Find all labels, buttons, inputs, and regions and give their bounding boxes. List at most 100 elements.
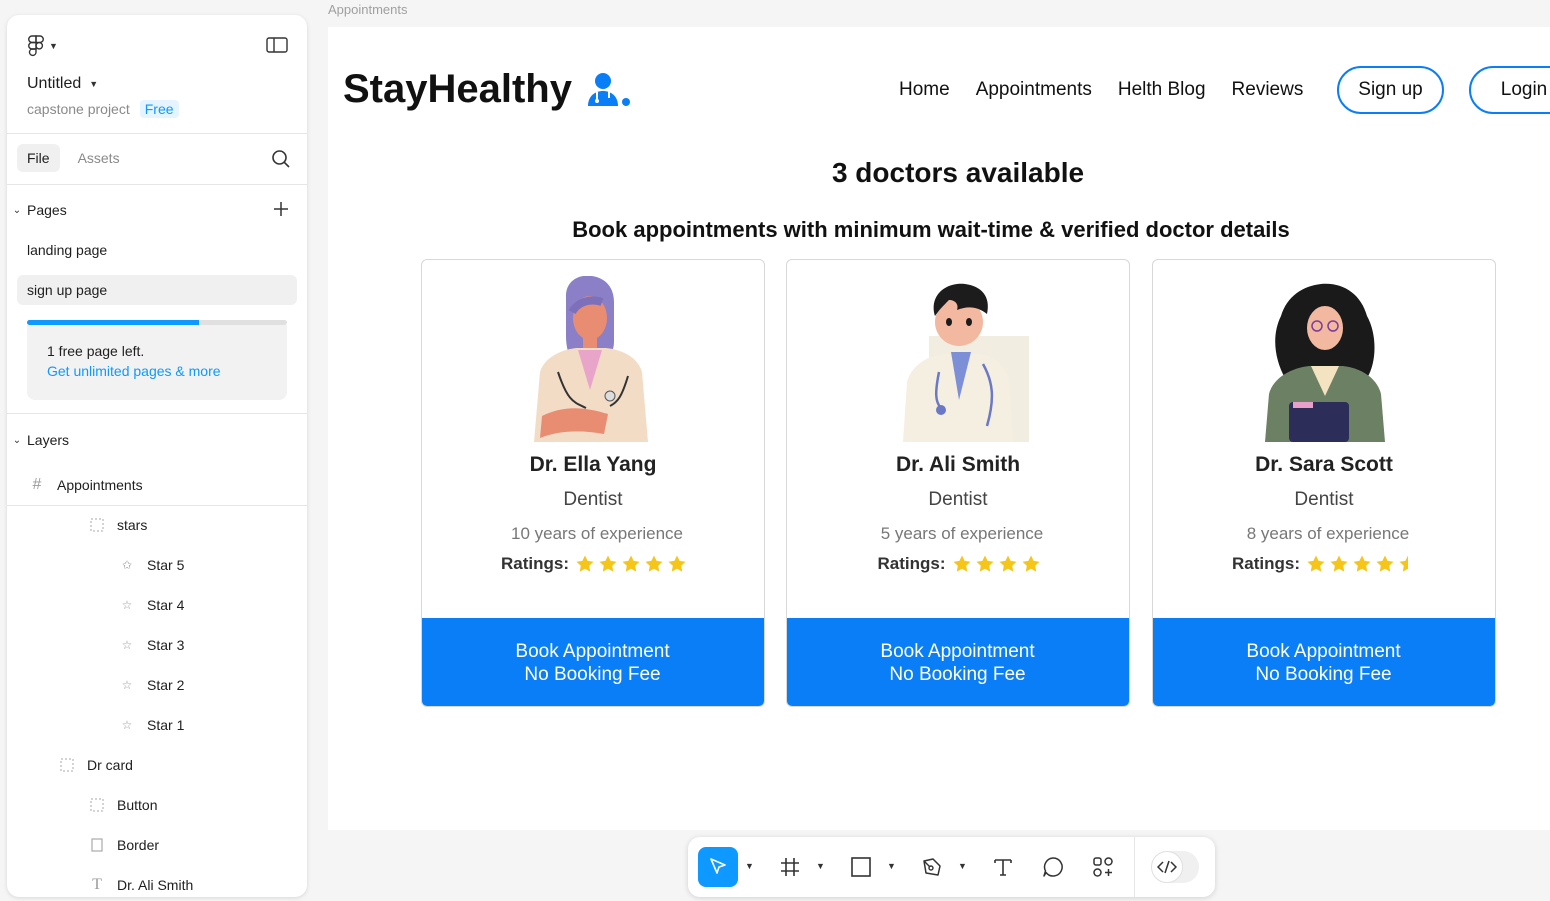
comment-tool-button[interactable] <box>1037 847 1069 887</box>
plan-badge[interactable]: Free <box>139 100 179 118</box>
book-appointment-button[interactable]: Book Appointment No Booking Fee <box>422 617 764 706</box>
star-icon <box>576 555 594 572</box>
search-icon[interactable] <box>271 149 291 169</box>
sidebar-toggle-icon[interactable] <box>266 36 288 54</box>
doctor-experience: 10 years of experience <box>511 524 683 543</box>
layers-header[interactable]: ⌄ Layers <box>7 428 307 452</box>
layer-button[interactable]: Button <box>87 793 157 817</box>
doctor-name: Dr. Sara Scott <box>1255 453 1393 476</box>
actions-button[interactable] <box>1087 847 1119 887</box>
text-icon: T <box>92 876 102 893</box>
star-icon <box>668 555 686 572</box>
layer-border[interactable]: Border <box>87 833 159 857</box>
layer-star-1[interactable]: ☆ Star 1 <box>117 713 185 737</box>
nav-appointments[interactable]: Appointments <box>976 79 1092 101</box>
layer-star-3[interactable]: ☆ Star 3 <box>117 633 185 657</box>
doctor-name: Dr. Ali Smith <box>895 453 1021 476</box>
dev-mode-icon <box>1157 860 1177 874</box>
pages-header-label: Pages <box>27 202 67 218</box>
nav-home[interactable]: Home <box>899 79 950 101</box>
add-page-icon[interactable] <box>272 200 290 218</box>
layer-label: stars <box>117 517 148 533</box>
page-item-sign-up[interactable]: sign up page <box>17 275 297 305</box>
doctor-ratings: Ratings: <box>1153 554 1495 574</box>
frame-tool-icon <box>781 858 799 876</box>
frame-label[interactable]: Appointments <box>328 2 408 17</box>
doctor-experience: 8 years of experience <box>1246 524 1410 543</box>
chevron-down-icon[interactable]: ▼ <box>958 861 967 871</box>
panel-tabs: File Assets <box>17 144 130 172</box>
layer-star-2[interactable]: ☆ Star 2 <box>117 673 185 697</box>
star-outline-icon: ☆ <box>121 598 133 612</box>
doctor-avatar-sara <box>1265 283 1385 442</box>
layer-dr-card[interactable]: Dr card <box>57 753 133 777</box>
book-sublabel: No Booking Fee <box>524 663 661 685</box>
move-tool-button[interactable] <box>698 847 738 887</box>
file-title[interactable]: Untitled ▼ <box>27 75 98 93</box>
layer-stars[interactable]: stars <box>87 513 147 537</box>
divider <box>7 133 307 134</box>
chevron-down-icon[interactable]: ▼ <box>887 861 896 871</box>
tab-assets[interactable]: Assets <box>68 144 130 172</box>
star-icon <box>1376 555 1394 572</box>
chevron-down-icon: ⌄ <box>12 204 22 216</box>
rectangle-icon <box>87 835 107 855</box>
dev-mode-toggle[interactable] <box>1151 851 1199 883</box>
book-appointment-button[interactable]: Book Appointment No Booking Fee <box>787 617 1129 706</box>
divider <box>7 413 307 414</box>
project-info: capstone project Free <box>27 100 179 118</box>
chevron-down-icon[interactable]: ▼ <box>745 861 754 871</box>
layer-star-4[interactable]: ☆ Star 4 <box>117 593 185 617</box>
rectangle-tool-button[interactable] <box>845 847 877 887</box>
book-label: Book Appointment <box>515 640 670 662</box>
main-menu-button[interactable]: ▼ <box>27 35 58 57</box>
ratings-label: Ratings: <box>877 554 946 573</box>
star-rating <box>575 554 687 574</box>
star-icon <box>1022 555 1039 572</box>
brand-logo[interactable]: StayHealthy <box>343 67 632 112</box>
layer-label: Star 5 <box>147 557 185 573</box>
bottom-toolbar: ▼ ▼ ▼ ▼ <box>688 837 1215 897</box>
sign-up-button[interactable]: Sign up <box>1337 66 1444 114</box>
pen-tool-icon <box>923 858 941 876</box>
nav-health-blog[interactable]: Helth Blog <box>1118 79 1206 101</box>
page-item-landing[interactable]: landing page <box>17 235 297 265</box>
group-icon <box>87 515 107 535</box>
appointments-frame[interactable]: StayHealthy Home Appointments Helth Blog… <box>328 27 1550 830</box>
text-tool-icon <box>994 859 1012 876</box>
upsell-box: 1 free page left. Get unlimited pages & … <box>27 325 287 400</box>
text-tool-button[interactable] <box>987 847 1019 887</box>
nav-reviews[interactable]: Reviews <box>1232 79 1304 101</box>
doctor-ratings: Ratings: <box>787 554 1129 574</box>
star-icon <box>1353 555 1371 572</box>
star-icon <box>599 555 617 572</box>
chevron-down-icon[interactable]: ▼ <box>816 861 825 871</box>
doctor-ratings: Ratings: <box>422 554 764 574</box>
frame-tool-button[interactable] <box>774 847 806 887</box>
star-icon <box>1330 555 1348 572</box>
layer-dr-ali-smith[interactable]: T Dr. Ali Smith <box>87 873 193 897</box>
chevron-down-icon: ▼ <box>49 41 58 51</box>
doctor-specialty: Dentist <box>1294 489 1354 510</box>
star-icon <box>999 555 1016 572</box>
comment-tool-icon <box>1043 857 1063 877</box>
layer-star-5[interactable]: ✩ Star 5 <box>117 553 184 577</box>
star-outline-icon: ☆ <box>121 678 133 692</box>
dev-mode-knob <box>1151 851 1183 883</box>
doctor-card: Dr. Ella Yang Dentist 10 years of experi… <box>421 259 765 707</box>
login-button[interactable]: Login <box>1469 66 1550 114</box>
book-appointment-button[interactable]: Book Appointment No Booking Fee <box>1153 617 1495 706</box>
layer-appointments[interactable]: # Appointments <box>27 473 143 497</box>
pages-header[interactable]: ⌄ Pages <box>7 198 307 222</box>
layer-label: Star 2 <box>147 677 185 693</box>
star-outline-icon: ☆ <box>121 638 133 652</box>
divider <box>7 184 307 185</box>
tab-file[interactable]: File <box>17 144 60 172</box>
chevron-down-icon: ⌄ <box>12 434 22 446</box>
star-icon <box>645 555 663 572</box>
upsell-link[interactable]: Get unlimited pages & more <box>47 361 267 381</box>
pen-tool-button[interactable] <box>916 847 948 887</box>
doctors-count-heading: 3 doctors available <box>831 157 1085 188</box>
half-star-icon <box>1399 555 1408 572</box>
toolbar-divider <box>1134 837 1135 897</box>
